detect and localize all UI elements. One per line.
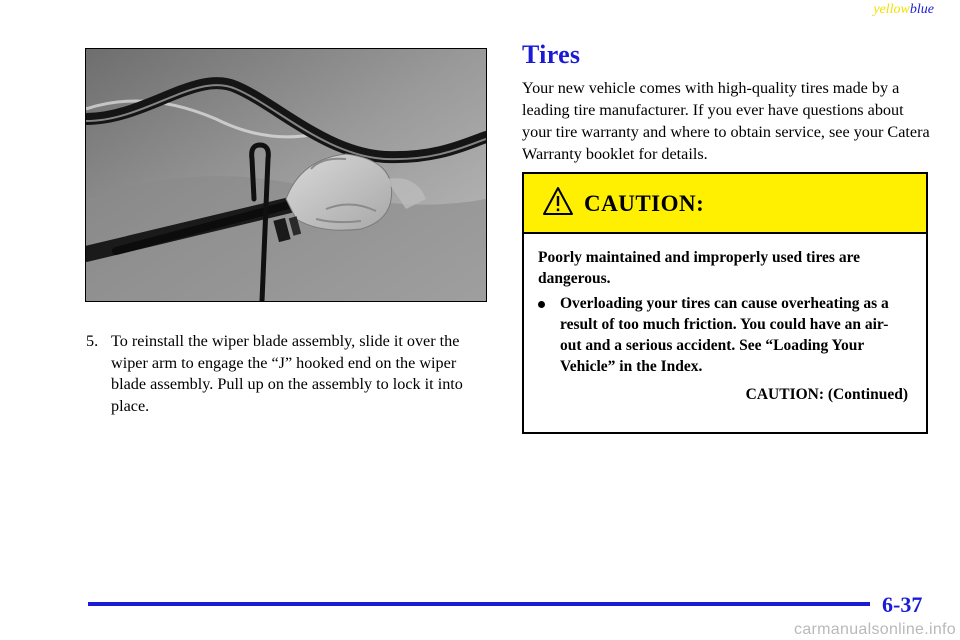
color-marker-header: yellowblue	[873, 2, 934, 18]
caution-body: Poorly maintained and improperly used ti…	[524, 234, 926, 405]
bullet-dot-icon	[538, 301, 545, 308]
warning-triangle-icon	[543, 187, 573, 215]
footer-rule	[88, 602, 870, 606]
section-title: Tires	[522, 40, 581, 69]
blue-marker-text: blue	[909, 2, 934, 17]
yellow-marker-text: yellow	[873, 2, 910, 17]
step-number: 5.	[86, 332, 99, 350]
page-number: 6-37	[882, 592, 923, 617]
wiper-blade-photo	[85, 48, 487, 302]
step-text: To reinstall the wiper blade assembly, s…	[111, 332, 463, 415]
caution-bullet: Overloading your tires can cause overhea…	[538, 293, 890, 377]
caution-header: CAUTION:	[524, 174, 926, 234]
caution-title: CAUTION:	[584, 191, 705, 216]
caution-bullet-text: Overloading your tires can cause overhea…	[560, 295, 889, 375]
intro-paragraph: Your new vehicle comes with high-quality…	[522, 79, 930, 163]
step-5: 5. To reinstall the wiper blade assembly…	[86, 331, 476, 417]
caution-list: Overloading your tires can cause overhea…	[538, 293, 908, 377]
caution-lead: Poorly maintained and improperly used ti…	[538, 249, 861, 287]
caution-box: CAUTION: Poorly maintained and improperl…	[522, 172, 928, 434]
watermark: carmanualsonline.info	[794, 621, 956, 638]
caution-continued: CAUTION: (Continued)	[745, 386, 908, 403]
